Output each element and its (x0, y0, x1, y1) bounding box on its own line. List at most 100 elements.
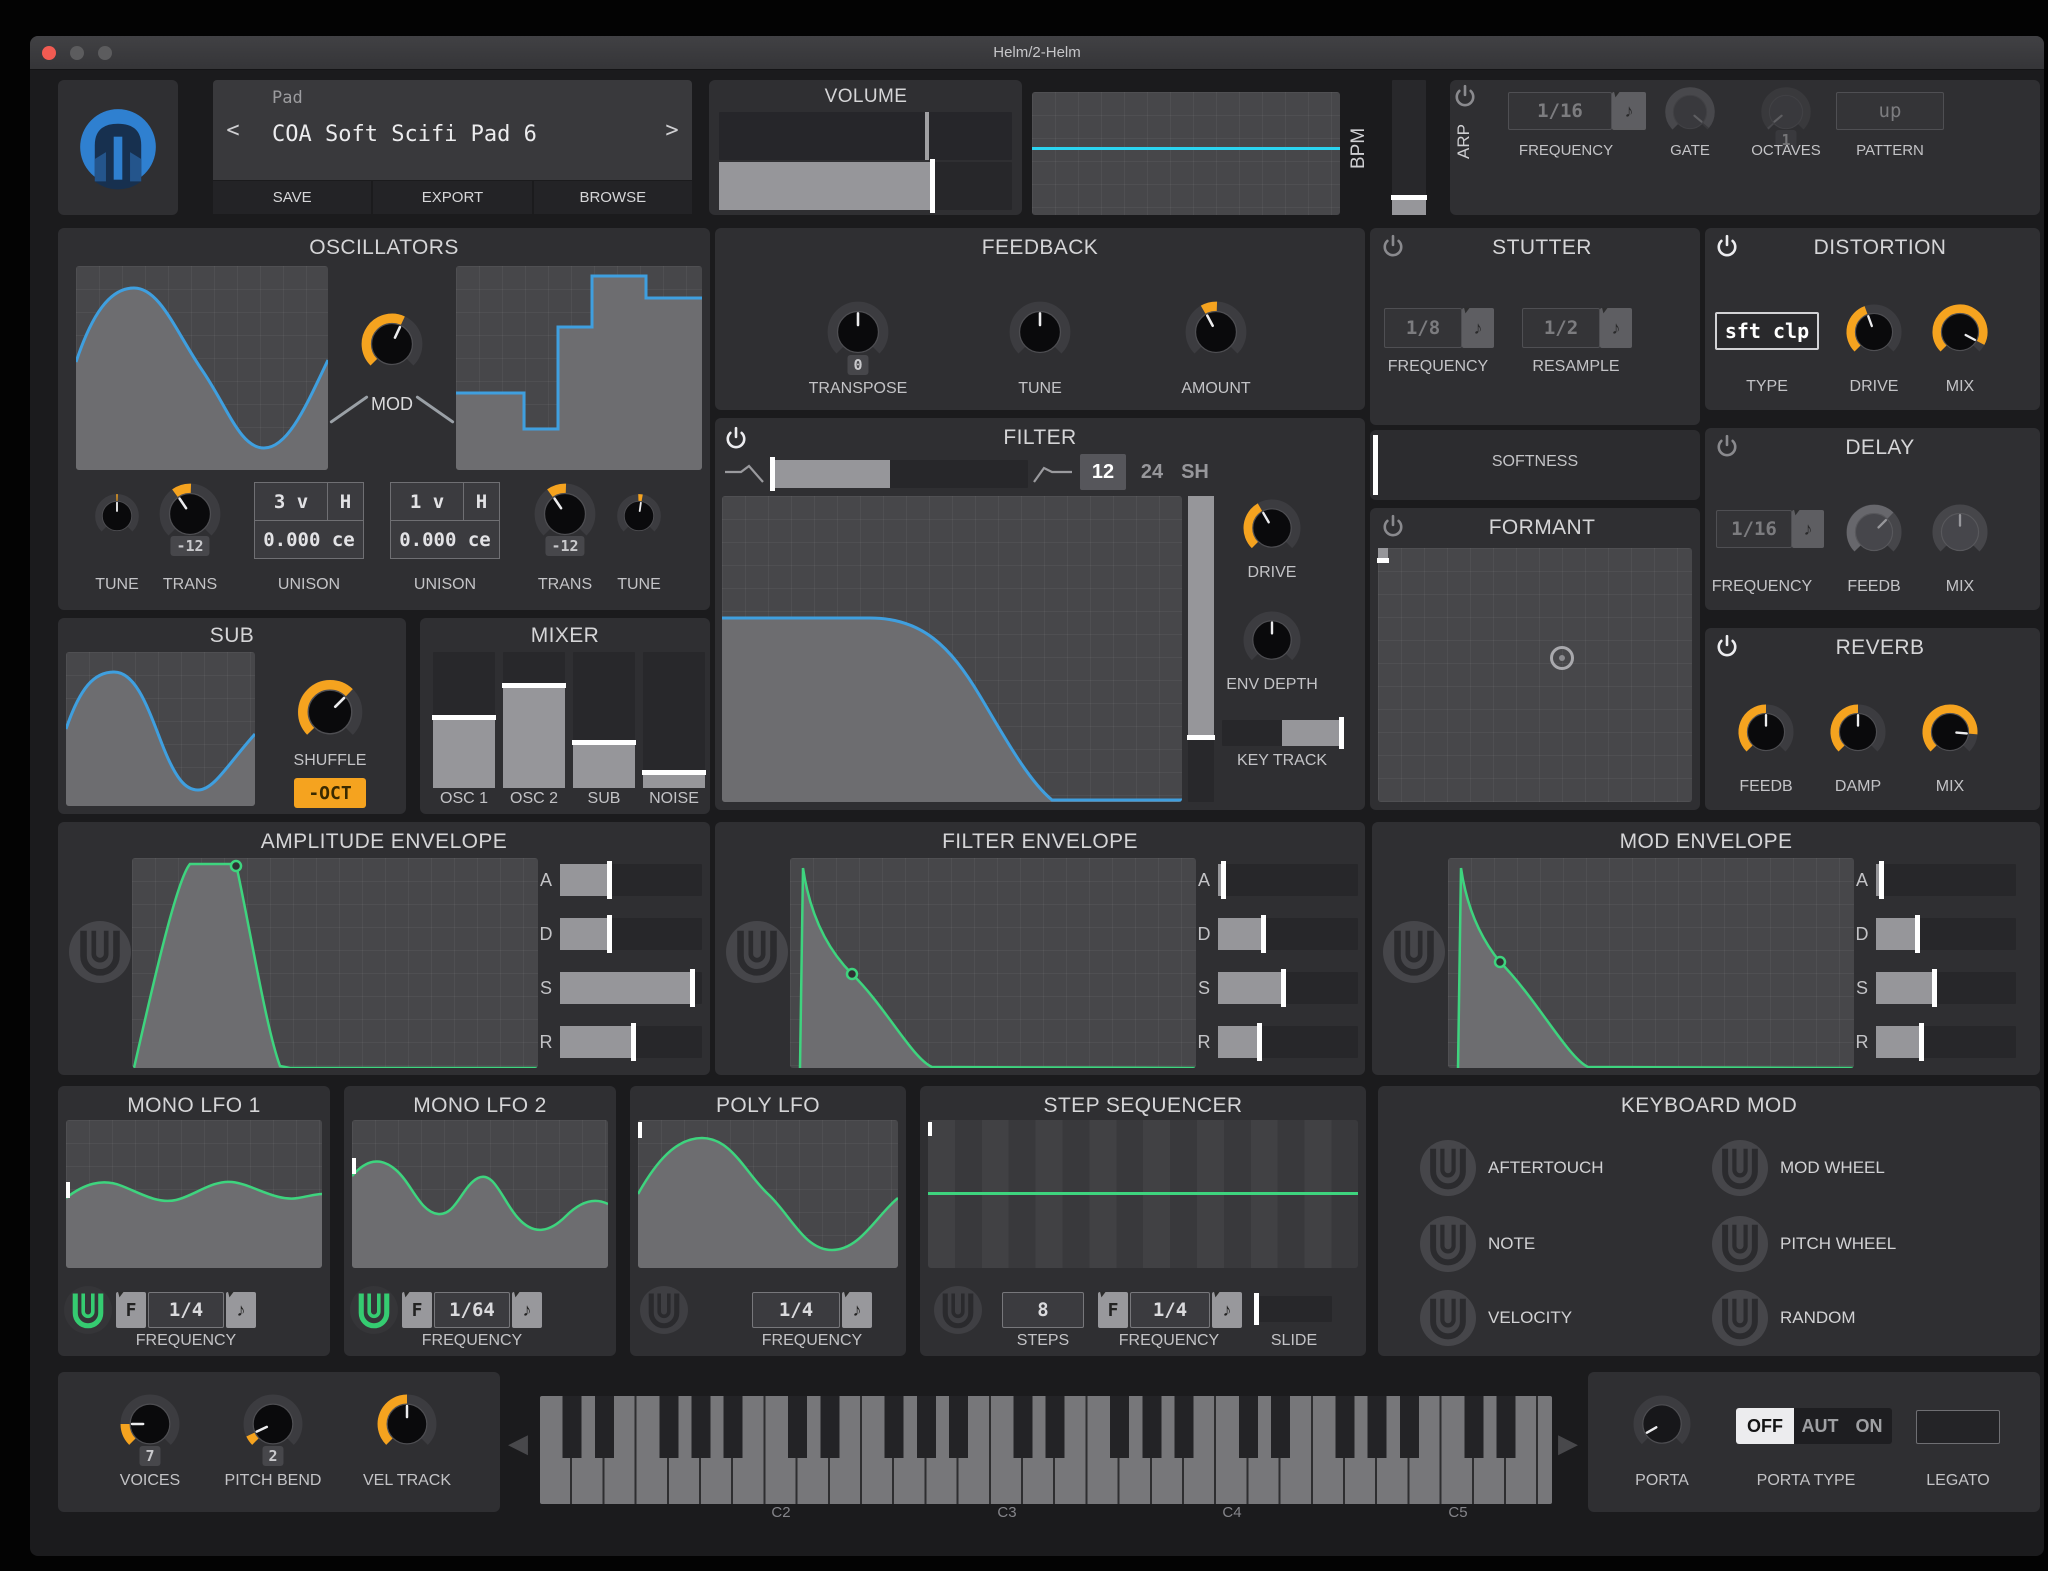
filter-sh-button[interactable]: SH (1174, 454, 1216, 490)
patch-name[interactable]: COA Soft Scifi Pad 6 (272, 122, 537, 147)
seq-sync-button[interactable]: ▾F (1098, 1292, 1128, 1328)
export-button[interactable]: EXPORT (373, 181, 531, 214)
porta-type-on[interactable]: ON (1846, 1408, 1892, 1444)
stutter-resample-value[interactable]: 1/2 (1522, 308, 1600, 348)
porta-knob[interactable] (1632, 1394, 1692, 1454)
mod-env-mod-source-icon[interactable] (1383, 921, 1445, 983)
aftertouch-mod-source-icon[interactable] (1420, 1140, 1476, 1196)
sub-shuffle-knob[interactable] (296, 678, 364, 746)
mod-sustain-slider[interactable] (1876, 972, 2016, 1004)
amp-sustain-slider[interactable] (560, 972, 702, 1004)
filt-decay-slider[interactable] (1218, 918, 1358, 950)
arp-pattern-value[interactable]: up (1836, 92, 1944, 130)
delay-feedback-knob[interactable] (1845, 503, 1903, 561)
lfo2-sync-button[interactable]: ▾F (402, 1292, 432, 1328)
filt-sustain-slider[interactable] (1218, 972, 1358, 1004)
formant-xy-pad[interactable] (1378, 548, 1692, 802)
osc2-harmonize-button[interactable]: H (463, 483, 499, 520)
arp-gate-knob[interactable] (1664, 86, 1716, 138)
reverb-feedback-knob[interactable] (1737, 703, 1795, 761)
mod-release-slider[interactable] (1876, 1026, 2016, 1058)
sub-waveform-display[interactable] (66, 652, 255, 806)
filter-response-display[interactable] (722, 496, 1182, 802)
delay-frequency-value[interactable]: 1/16 (1716, 510, 1792, 548)
distortion-type-selector[interactable]: sft clp (1715, 312, 1819, 350)
env-depth-knob[interactable] (1242, 610, 1302, 670)
osc2-unison-voices[interactable]: 1 v (391, 483, 463, 520)
mod-wheel-mod-source-icon[interactable] (1712, 1140, 1768, 1196)
mixer-sub-slider[interactable] (573, 652, 635, 788)
velocity-mod-source-icon[interactable] (1420, 1290, 1476, 1346)
osc1-harmonize-button[interactable]: H (327, 483, 363, 520)
reverb-mix-knob[interactable] (1921, 703, 1979, 761)
amp-release-slider[interactable] (560, 1026, 702, 1058)
lfo1-sync-button[interactable]: ▾F (116, 1292, 146, 1328)
reverb-damp-knob[interactable] (1829, 703, 1887, 761)
stutter-frequency-note-button[interactable]: ▾♪ (1462, 308, 1494, 348)
delay-mix-knob[interactable] (1931, 503, 1989, 561)
close-button[interactable] (42, 46, 56, 60)
formant-left-slider[interactable] (1378, 548, 1388, 802)
filter-env-mod-source-icon[interactable] (726, 921, 788, 983)
step-seq-mod-source-icon[interactable] (934, 1286, 982, 1334)
lfo2-frequency-value[interactable]: 1/64 (434, 1292, 510, 1328)
reverb-power-icon[interactable] (1714, 634, 1740, 660)
formant-xy-handle[interactable] (1550, 646, 1574, 670)
stutter-frequency-value[interactable]: 1/8 (1384, 308, 1462, 348)
amp-decay-slider[interactable] (560, 918, 702, 950)
delay-power-icon[interactable] (1714, 434, 1740, 460)
filter-24db-button[interactable]: 24 (1130, 454, 1174, 490)
mixer-osc2-slider[interactable] (503, 652, 565, 788)
lfo2-waveform-display[interactable] (352, 1120, 608, 1268)
osc2-unison-box[interactable]: 1 vH 0.000 ce (390, 482, 500, 559)
filter-drive-knob[interactable] (1242, 498, 1302, 558)
osc2-waveform-display[interactable] (456, 266, 702, 470)
zoom-button[interactable] (98, 46, 112, 60)
lfo2-mod-source-icon[interactable] (350, 1286, 398, 1334)
filter-power-icon[interactable] (723, 426, 749, 452)
note-mod-source-icon[interactable] (1420, 1216, 1476, 1272)
osc1-unison-detune[interactable]: 0.000 ce (255, 521, 363, 558)
lfo1-note-button[interactable]: ▾♪ (226, 1292, 256, 1328)
mod-envelope-display[interactable] (1448, 858, 1854, 1068)
arp-power-icon[interactable] (1452, 84, 1478, 110)
osc1-waveform-display[interactable] (76, 266, 328, 470)
minimize-button[interactable] (70, 46, 84, 60)
filter-resonance-slider[interactable] (1188, 496, 1214, 802)
pitch-wheel-mod-source-icon[interactable] (1712, 1216, 1768, 1272)
mod-decay-slider[interactable] (1876, 918, 2016, 950)
feedback-tune-knob[interactable] (1008, 300, 1072, 364)
lfo2-note-button[interactable]: ▾♪ (512, 1292, 542, 1328)
arp-frequency-note-button[interactable]: ▾♪ (1612, 92, 1646, 130)
filt-release-slider[interactable] (1218, 1026, 1358, 1058)
poly-lfo-mod-source-icon[interactable] (640, 1286, 688, 1334)
cross-mod-knob[interactable] (360, 312, 424, 376)
mod-attack-slider[interactable] (1876, 864, 2016, 896)
seq-frequency-value[interactable]: 1/4 (1130, 1292, 1210, 1328)
legato-toggle[interactable] (1916, 1410, 2000, 1444)
key-track-slider[interactable] (1222, 720, 1342, 746)
sub-octave-button[interactable]: -OCT (294, 778, 366, 808)
distortion-mix-knob[interactable] (1931, 303, 1989, 361)
formant-power-icon[interactable] (1380, 514, 1406, 540)
steps-value[interactable]: 8 (1002, 1292, 1084, 1328)
step-sequencer-grid[interactable] (928, 1120, 1358, 1268)
amp-attack-slider[interactable] (560, 864, 702, 896)
osc2-tune-knob[interactable] (616, 493, 662, 539)
mixer-osc1-slider[interactable] (433, 652, 495, 788)
keyboard-scroll-right-icon[interactable]: ▶ (1558, 1428, 1578, 1459)
porta-type-aut[interactable]: AUT (1794, 1408, 1846, 1444)
amp-env-mod-source-icon[interactable] (69, 921, 131, 983)
distortion-drive-knob[interactable] (1845, 303, 1903, 361)
seq-note-button[interactable]: ▾♪ (1212, 1292, 1242, 1328)
stutter-resample-note-button[interactable]: ▾♪ (1600, 308, 1632, 348)
distortion-power-icon[interactable] (1714, 234, 1740, 260)
vel-track-knob[interactable] (376, 1393, 438, 1455)
save-button[interactable]: SAVE (213, 181, 371, 214)
black-keys[interactable] (540, 1396, 1552, 1458)
arp-frequency-value[interactable]: 1/16 (1508, 92, 1612, 130)
osc1-tune-knob[interactable] (94, 493, 140, 539)
slide-slider[interactable] (1256, 1296, 1332, 1322)
mixer-noise-slider[interactable] (643, 652, 705, 788)
poly-lfo-note-button[interactable]: ▾♪ (842, 1292, 872, 1328)
